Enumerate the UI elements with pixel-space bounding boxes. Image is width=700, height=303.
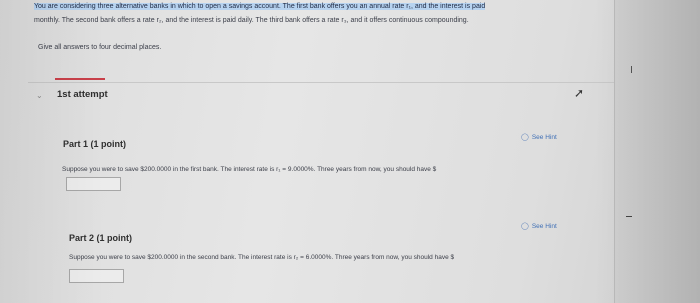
side-mark: [626, 216, 632, 217]
part-2-hint-link[interactable]: ◯ See Hint: [521, 222, 557, 230]
chevron-down-icon[interactable]: ⌄: [36, 91, 46, 101]
part-1-hint-link[interactable]: ◯ See Hint: [521, 133, 557, 141]
accent-line: [55, 78, 105, 80]
part-2-title: Part 2 (1 point): [69, 233, 133, 243]
intro-line-2: monthly. The second bank offers a rate r…: [34, 17, 469, 24]
problem-statement: You are considering three alternative ba…: [34, 0, 594, 28]
intro-line-1: You are considering three alternative ba…: [34, 3, 486, 10]
part-1-answer-input[interactable]: [66, 177, 121, 191]
part-1-hint-label: See Hint: [531, 134, 557, 141]
part-1-question: Suppose you were to save $200.0000 in th…: [62, 166, 437, 173]
arrow-up-right-icon[interactable]: ➚: [574, 86, 584, 100]
attempt-label: 1st attempt: [57, 89, 108, 100]
part-2-hint-label: See Hint: [531, 223, 557, 230]
part-2-panel: Part 2 (1 point) ◯ See Hint Suppose you w…: [36, 212, 600, 303]
side-panel: [614, 0, 700, 303]
part-2-answer-input[interactable]: [69, 269, 124, 283]
instructions-text: Give all answers to four decimal places.: [38, 44, 162, 51]
lightbulb-icon: ◯: [521, 134, 529, 141]
divider: [28, 82, 614, 83]
part-1-title: Part 1 (1 point): [63, 139, 127, 149]
lightbulb-icon: ◯: [521, 223, 529, 230]
side-mark: [628, 66, 632, 73]
part-2-question: Suppose you were to save $200.0000 in th…: [69, 254, 455, 261]
part-1-panel: Part 1 (1 point) ◯ See Hint Suppose you w…: [36, 118, 600, 208]
